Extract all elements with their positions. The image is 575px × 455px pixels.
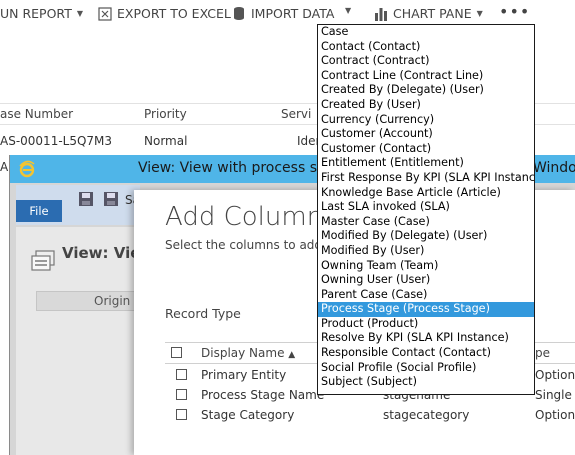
dropdown-option[interactable]: Resolve By KPI (SLA KPI Instance) — [318, 331, 534, 346]
dropdown-option[interactable]: Contract (Contract) — [318, 54, 534, 69]
dropdown-option[interactable]: Contract Line (Contract Line) — [318, 69, 534, 84]
dropdown-option[interactable]: Knowledge Base Article (Article) — [318, 186, 534, 201]
priority-cell: Normal — [144, 134, 188, 148]
export-to-excel-button[interactable]: EXPORT TO EXCEL — [98, 6, 231, 21]
excel-icon — [98, 6, 112, 21]
chevron-down-icon: ▼ — [345, 6, 352, 15]
export-to-excel-label: EXPORT TO EXCEL — [117, 6, 231, 21]
dialog-subtitle: Select the columns to add to — [165, 238, 338, 252]
origin-column-label: Origin — [94, 294, 131, 308]
run-report-button[interactable]: UN REPORT ▼ — [0, 6, 83, 21]
dropdown-option[interactable]: Created By (Delegate) (User) — [318, 83, 534, 98]
type-cell: Option S — [535, 408, 575, 422]
row-checkbox[interactable] — [176, 369, 187, 380]
case-number-cell[interactable]: AS-00011-L5Q7M3 — [0, 134, 112, 148]
window-title-tail: Windo — [533, 160, 575, 176]
record-type-dropdown-list[interactable]: Case Contact (Contact) Contract (Contract)… — [317, 24, 535, 395]
dropdown-option[interactable]: Modified By (User) — [318, 244, 534, 259]
dropdown-option[interactable]: Parent Case (Case) — [318, 288, 534, 303]
run-report-label: UN REPORT — [0, 6, 72, 21]
dropdown-option[interactable]: Last SLA invoked (SLA) — [318, 200, 534, 215]
column-service[interactable]: Servi — [281, 107, 311, 121]
row-checkbox[interactable] — [176, 389, 187, 400]
type-cell: Option S — [535, 368, 575, 382]
dropdown-option[interactable]: Owning User (User) — [318, 273, 534, 288]
dropdown-option[interactable]: Subject (Subject) — [318, 375, 534, 390]
schema-name-cell: stagecategory — [383, 408, 470, 422]
dialog-title: Add Columns — [165, 202, 337, 232]
dropdown-option[interactable]: Currency (Currency) — [318, 113, 534, 128]
bar-chart-icon — [375, 7, 387, 21]
select-all-checkbox[interactable] — [171, 347, 182, 358]
type-column-header[interactable]: pe — [535, 346, 550, 360]
database-icon — [234, 7, 244, 20]
display-name-column-header[interactable]: Display Name ▲ — [201, 346, 295, 360]
dropdown-option[interactable]: Created By (User) — [318, 98, 534, 113]
view-left-pane: View: View Origin — [16, 227, 154, 455]
dropdown-option[interactable]: Modified By (Delegate) (User) — [318, 229, 534, 244]
dropdown-option[interactable]: Social Profile (Social Profile) — [318, 361, 534, 376]
import-data-dropdown-button[interactable]: ▼ — [340, 6, 351, 15]
file-tab[interactable]: File — [16, 200, 62, 222]
view-icon — [31, 250, 55, 271]
dropdown-option[interactable]: Process Stage (Process Stage) — [318, 302, 534, 317]
save-and-close-icon[interactable] — [103, 191, 119, 207]
chevron-down-icon: ▼ — [76, 9, 84, 18]
dropdown-option[interactable]: Entitlement (Entitlement) — [318, 156, 534, 171]
dropdown-option[interactable]: First Response By KPI (SLA KPI Instance) — [318, 171, 534, 186]
dropdown-option[interactable]: Customer (Contact) — [318, 142, 534, 157]
sort-ascending-icon: ▲ — [288, 350, 296, 360]
window-title: View: View with process stag — [138, 160, 340, 176]
dropdown-option[interactable]: Contact (Contact) — [318, 40, 534, 55]
column-case-number[interactable]: ase Number — [0, 107, 73, 121]
display-name-cell: Primary Entity — [201, 368, 287, 382]
chart-pane-button[interactable]: CHART PANE ▼ — [374, 6, 483, 21]
more-commands-button[interactable]: ••• — [499, 2, 530, 21]
dropdown-option[interactable]: Case — [318, 25, 534, 40]
dropdown-option[interactable]: Customer (Account) — [318, 127, 534, 142]
type-cell: Single L — [535, 388, 575, 402]
dropdown-option[interactable]: Responsible Contact (Contact) — [318, 346, 534, 361]
dropdown-option[interactable]: Owning Team (Team) — [318, 259, 534, 274]
import-data-label: IMPORT DATA — [251, 6, 335, 21]
dropdown-option[interactable]: Product (Product) — [318, 317, 534, 332]
table-row[interactable]: Stage Category stagecategory Option S — [165, 406, 575, 426]
record-type-label: Record Type — [165, 306, 241, 321]
row-checkbox[interactable] — [176, 409, 187, 420]
preview-column-header[interactable]: Origin — [36, 291, 140, 311]
display-name-cell: Process Stage Name — [201, 388, 325, 402]
chart-pane-label: CHART PANE — [393, 6, 472, 21]
internet-explorer-icon — [19, 160, 35, 178]
dropdown-option[interactable]: Master Case (Case) — [318, 215, 534, 230]
column-priority[interactable]: Priority — [144, 107, 187, 121]
display-name-label: Display Name — [201, 346, 285, 360]
save-icon[interactable] — [78, 191, 94, 207]
import-data-button[interactable]: IMPORT DATA — [232, 6, 334, 21]
chevron-down-icon: ▼ — [476, 9, 483, 18]
display-name-cell: Stage Category — [201, 408, 295, 422]
